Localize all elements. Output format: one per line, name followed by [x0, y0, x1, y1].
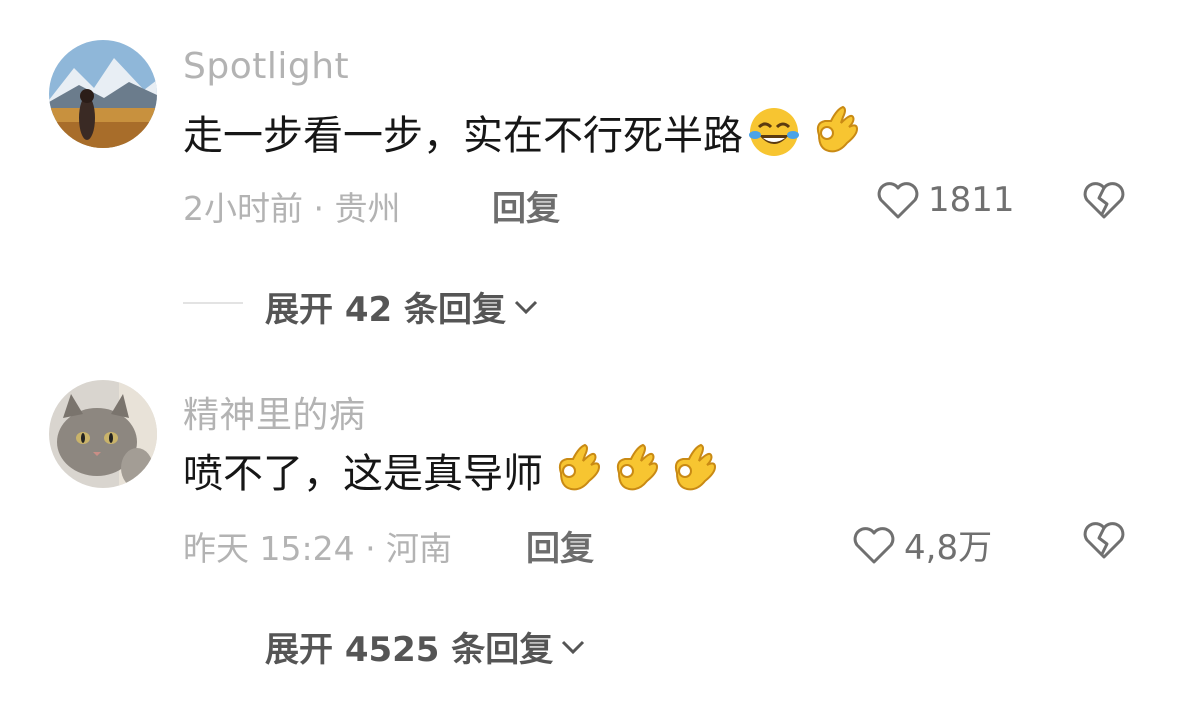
heart-icon: [853, 526, 895, 563]
reply-button[interactable]: 回复: [526, 521, 594, 570]
comment-item: 精神里的病 喷不了，这是真导师 昨天 15:24 · 河南 回复 4,8万 展开…: [0, 0, 1179, 670]
avatar-cat-image: [49, 380, 157, 488]
username[interactable]: 精神里的病: [183, 386, 366, 438]
ok-hand-emoji: [663, 443, 717, 497]
user-avatar[interactable]: [49, 380, 157, 488]
ok-hand-emoji: [605, 443, 659, 497]
like-button[interactable]: 4,8万: [852, 520, 992, 569]
comment-text-row: 喷不了，这是真导师: [183, 442, 717, 498]
comment-text: 喷不了，这是真导师: [183, 451, 543, 497]
expand-replies-label: 展开 4525 条回复: [265, 630, 554, 670]
broken-heart-icon[interactable]: [1082, 520, 1126, 560]
expand-replies-button[interactable]: 展开 4525 条回复: [265, 622, 587, 671]
comment-meta: 昨天 15:24 · 河南: [183, 529, 453, 568]
chevron-down-icon: [562, 640, 585, 654]
like-count: 4,8万: [904, 528, 993, 568]
ok-hand-emoji: [547, 443, 601, 497]
